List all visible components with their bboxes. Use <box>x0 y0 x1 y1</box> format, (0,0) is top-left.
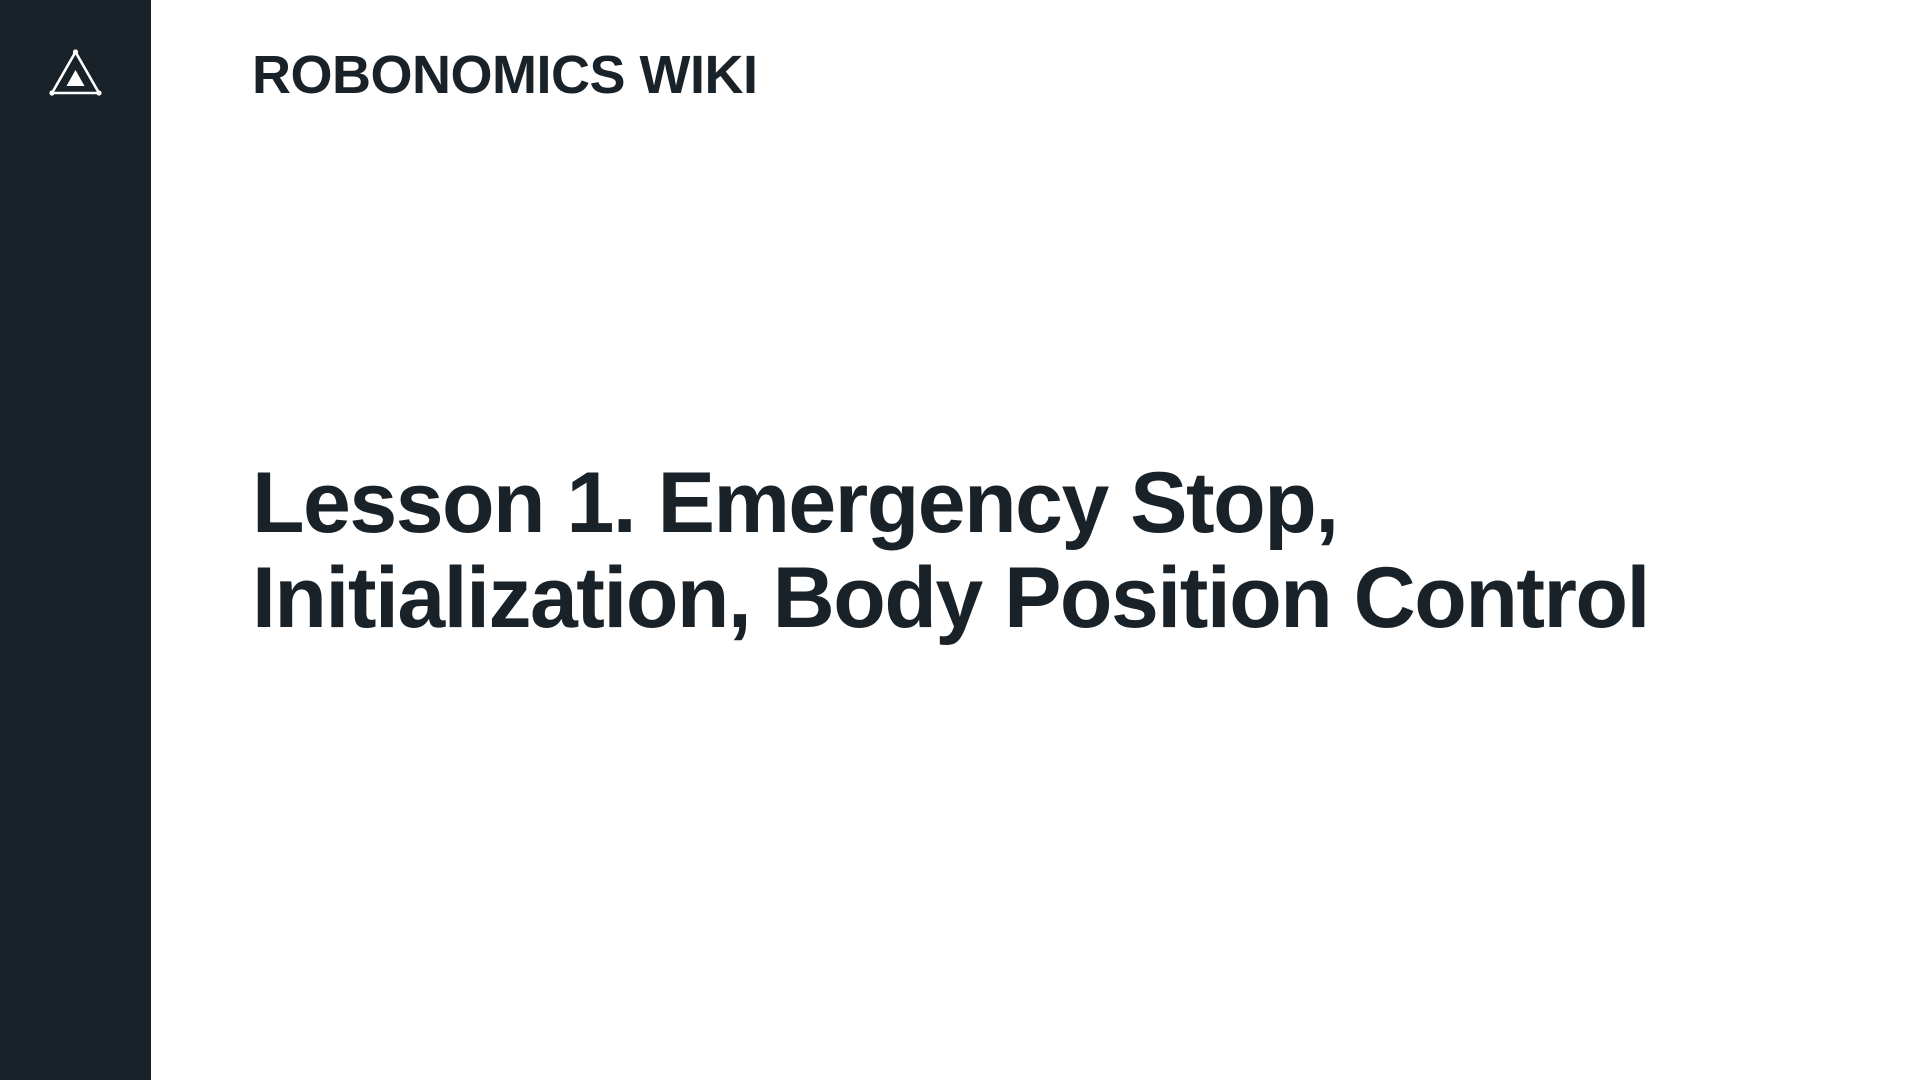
page-title: Lesson 1. Emergency Stop, Initialization… <box>252 456 1702 646</box>
sidebar <box>0 0 151 1080</box>
page-title-line-2: Initialization, Body Position Control <box>252 550 1650 646</box>
robonomics-logo-icon[interactable] <box>49 49 102 97</box>
cover-page: ROBONOMICS WIKI Lesson 1. Emergency Stop… <box>0 0 1920 1080</box>
page-title-line-1: Lesson 1. Emergency Stop, <box>252 455 1339 551</box>
triangle-logo-icon <box>49 49 102 96</box>
site-title[interactable]: ROBONOMICS WIKI <box>252 44 758 106</box>
